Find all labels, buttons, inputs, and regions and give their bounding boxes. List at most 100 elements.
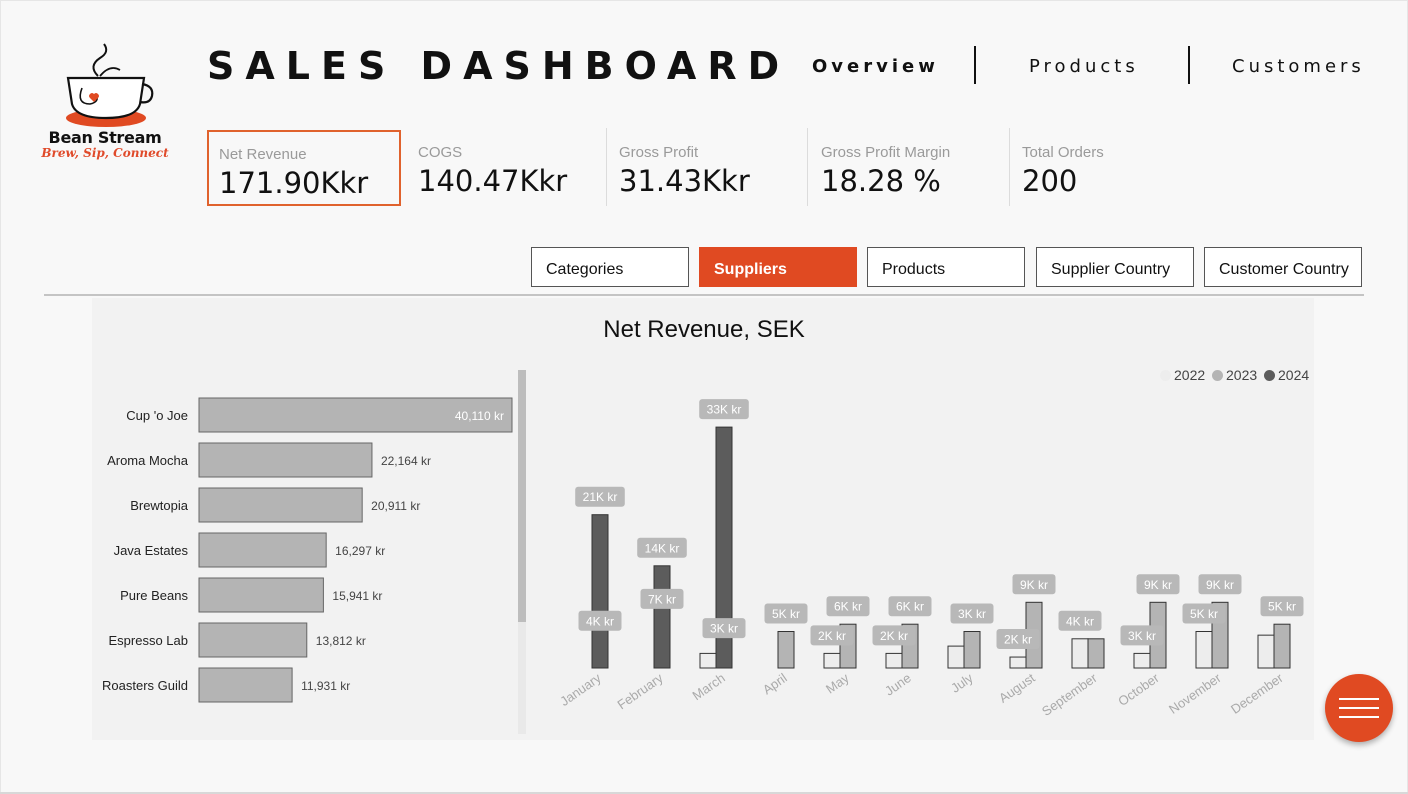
bar-2022[interactable] xyxy=(1195,631,1213,669)
supplier-value-label: 20,911 kr xyxy=(371,499,420,513)
supplier-label: Brewtopia xyxy=(130,498,189,513)
kpi-label: Gross Profit Margin xyxy=(821,144,951,161)
tab-categories[interactable]: Categories xyxy=(531,247,689,287)
tab-label: Categories xyxy=(546,261,624,278)
nav-products[interactable]: Products xyxy=(1029,56,1139,77)
data-label: 14K kr xyxy=(645,541,680,555)
bar-2024[interactable] xyxy=(591,514,609,669)
menu-icon xyxy=(1339,698,1379,700)
month-label: September xyxy=(1039,670,1100,719)
kpi-value: 171.90Kkr xyxy=(219,166,369,200)
tab-products[interactable]: Products xyxy=(867,247,1025,287)
month-label: October xyxy=(1115,670,1162,709)
supplier-bar[interactable] xyxy=(198,487,363,523)
tab-label: Supplier Country xyxy=(1051,261,1171,278)
tab-label: Products xyxy=(882,261,946,278)
bar-2023[interactable] xyxy=(1273,623,1291,669)
month-label: June xyxy=(882,670,914,698)
brand-name: Bean Stream xyxy=(48,128,162,147)
supplier-bar[interactable] xyxy=(198,622,308,658)
month-label: December xyxy=(1228,670,1286,717)
menu-icon xyxy=(1339,707,1379,709)
menu-button[interactable] xyxy=(1325,674,1393,742)
data-label: 3K kr xyxy=(958,607,986,621)
kpi-value: 31.43Kkr xyxy=(619,164,750,198)
legend-label: 2023 xyxy=(1226,367,1258,383)
supplier-label: Espresso Lab xyxy=(109,633,189,648)
bar-2023[interactable] xyxy=(1087,638,1105,669)
data-label: 2K kr xyxy=(818,629,846,643)
supplier-value-label: 13,812 kr xyxy=(316,634,366,648)
menu-icon xyxy=(1339,716,1379,718)
data-label: 4K kr xyxy=(1066,614,1094,628)
kpi-net-revenue[interactable]: Net Revenue 171.90Kkr xyxy=(207,130,401,206)
divider xyxy=(44,294,1364,296)
supplier-bar[interactable] xyxy=(198,442,373,478)
bar-2022[interactable] xyxy=(823,652,841,669)
supplier-label: Cup 'o Joe xyxy=(126,408,188,423)
bar-2022[interactable] xyxy=(1257,634,1275,669)
supplier-label: Roasters Guild xyxy=(102,678,188,693)
supplier-revenue-bar-chart: Cup 'o Joe 40,110 kr Aroma Mocha 22,164 kr B… xyxy=(102,397,513,703)
data-label: 5K kr xyxy=(772,607,800,621)
bar-2022[interactable] xyxy=(699,652,717,669)
bar-2022[interactable] xyxy=(1009,656,1027,669)
kpi-label: Total Orders xyxy=(1022,144,1104,161)
kpi-divider xyxy=(1009,128,1010,206)
kpi-value: 140.47Kkr xyxy=(418,164,568,198)
tab-label: Customer Country xyxy=(1219,261,1349,278)
data-label: 7K kr xyxy=(648,592,676,606)
data-label: 5K kr xyxy=(1190,607,1218,621)
bar-2023[interactable] xyxy=(777,631,795,669)
data-label: 3K kr xyxy=(1128,629,1156,643)
supplier-value-label: 11,931 kr xyxy=(301,679,350,693)
tab-suppliers[interactable]: Suppliers xyxy=(699,247,857,287)
legend-dot xyxy=(1160,370,1171,381)
nav-divider xyxy=(1188,46,1190,84)
nav-customers[interactable]: Customers xyxy=(1232,56,1365,77)
bar-2022[interactable] xyxy=(885,652,903,669)
month-label: August xyxy=(996,670,1038,706)
kpi-divider xyxy=(807,128,808,206)
supplier-bar[interactable] xyxy=(198,532,327,568)
supplier-label: Java Estates xyxy=(114,543,189,558)
legend-dot xyxy=(1264,370,1275,381)
brand-logo: Bean Stream Brew, Sip, Connect xyxy=(40,40,175,170)
month-label: November xyxy=(1166,670,1224,717)
kpi-gross-profit-margin[interactable]: Gross Profit Margin 18.28 % xyxy=(811,130,1001,206)
page-title: SALES DASHBOARD xyxy=(207,44,791,88)
kpi-gross-profit[interactable]: Gross Profit 31.43Kkr xyxy=(609,130,799,206)
tab-supplier-country[interactable]: Supplier Country xyxy=(1036,247,1194,287)
data-label: 9K kr xyxy=(1020,578,1048,592)
bar-2023[interactable] xyxy=(963,631,981,669)
data-label: 2K kr xyxy=(1004,633,1032,647)
data-label: 4K kr xyxy=(586,614,614,628)
supplier-label: Pure Beans xyxy=(120,588,188,603)
supplier-value-label: 22,164 kr xyxy=(381,454,431,468)
supplier-label: Aroma Mocha xyxy=(107,453,189,468)
month-label: January xyxy=(557,670,604,709)
legend-label: 2022 xyxy=(1174,367,1206,383)
bar-2022[interactable] xyxy=(947,645,965,669)
nav-overview[interactable]: Overview xyxy=(812,56,939,77)
data-label: 6K kr xyxy=(896,600,924,614)
bar-2024[interactable] xyxy=(653,565,671,669)
tab-label: Suppliers xyxy=(714,261,787,278)
kpi-value: 18.28 % xyxy=(821,164,941,198)
data-label: 33K kr xyxy=(707,403,742,417)
supplier-bar[interactable] xyxy=(198,577,324,613)
month-label: February xyxy=(614,670,666,712)
tab-customer-country[interactable]: Customer Country xyxy=(1204,247,1362,287)
monthly-revenue-bar-chart: 21K kr 4K kr January 14K kr 7K kr February 33K… xyxy=(557,399,1304,719)
kpi-cogs[interactable]: COGS 140.47Kkr xyxy=(408,130,598,206)
kpi-label: Gross Profit xyxy=(619,144,699,161)
supplier-value-label: 15,941 kr xyxy=(332,589,382,603)
supplier-bar[interactable] xyxy=(198,667,293,703)
chart-scrollbar-thumb[interactable] xyxy=(518,370,526,622)
bar-2022[interactable] xyxy=(1133,652,1151,669)
chart-title: Net Revenue, SEK xyxy=(603,316,805,343)
coffee-cup-icon xyxy=(66,43,154,127)
kpi-total-orders[interactable]: Total Orders 200 xyxy=(1012,130,1202,206)
bar-2022[interactable] xyxy=(1071,638,1089,669)
brand-tagline: Brew, Sip, Connect xyxy=(41,146,169,160)
